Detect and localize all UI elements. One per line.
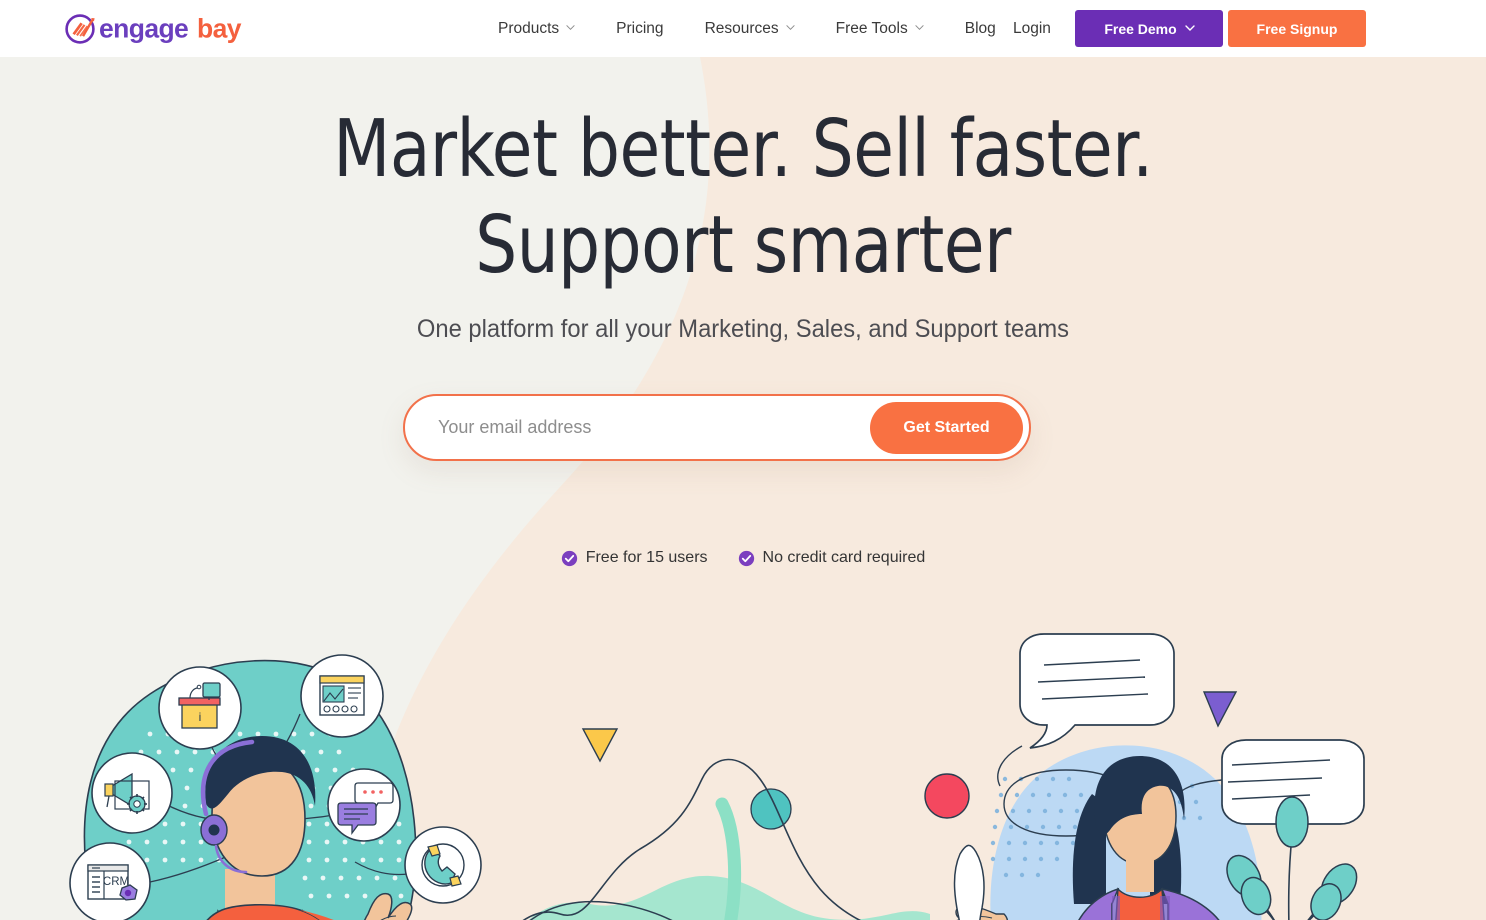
email-input[interactable] — [405, 396, 870, 459]
nav-label-pricing: Pricing — [616, 19, 664, 37]
free-demo-button[interactable]: Free Demo — [1075, 10, 1223, 47]
nav-label-products: Products — [498, 19, 560, 37]
right-illustration-woman — [924, 633, 1365, 920]
check-badge-icon — [738, 550, 755, 567]
gear-icon — [127, 794, 147, 814]
analytics-dashboard-icon — [319, 675, 365, 716]
chevron-down-icon — [786, 23, 795, 32]
engagebay-logo[interactable]: engage bay — [64, 13, 269, 45]
headline-line-2: Support smarter — [475, 199, 1011, 292]
email-signup-form: Get Started — [403, 394, 1031, 461]
bubble-crm: CRM — [69, 842, 151, 920]
nav-item-blog[interactable]: Blog — [965, 21, 996, 37]
free-demo-label: Free Demo — [1104, 20, 1177, 37]
nav-item-free-tools[interactable]: Free Tools — [836, 21, 924, 37]
chevron-down-icon — [566, 23, 575, 32]
badge-label-free-users: Free for 15 users — [585, 549, 708, 566]
site-header: engage bay Products Pricing Resources Fr… — [0, 0, 1486, 57]
engagebay-logo-icon: engage bay — [65, 14, 242, 44]
badge-free-users: Free for 15 users — [561, 549, 708, 567]
login-link[interactable]: Login — [1013, 0, 1051, 57]
trust-badges: Free for 15 users No credit card require… — [0, 549, 1486, 567]
nav-label-blog: Blog — [964, 19, 996, 37]
red-circle-icon — [924, 773, 970, 819]
chevron-down-icon — [1184, 23, 1195, 32]
get-started-button[interactable]: Get Started — [870, 401, 1023, 454]
bubble-telephony — [404, 826, 482, 904]
speech-bubble-large — [1019, 633, 1175, 749]
chevron-down-icon — [915, 23, 924, 32]
bubble-live-chat — [327, 768, 401, 842]
yellow-triangle-icon — [581, 728, 619, 763]
hero-section: i CRM Market better. Sell faster. Suppor… — [0, 57, 1486, 920]
nav-item-resources[interactable]: Resources — [705, 21, 795, 37]
nav-label-resources: Resources — [704, 19, 779, 37]
bubble-analytics — [300, 654, 384, 738]
vase-icon — [953, 844, 985, 920]
nav-item-products[interactable]: Products — [498, 21, 575, 37]
check-badge-icon — [561, 550, 578, 567]
logo-text-engage: engage — [99, 14, 188, 44]
nav-label-free-tools: Free Tools — [835, 19, 908, 37]
center-abstract-shapes — [522, 728, 930, 920]
logo-text-bay: bay — [197, 14, 242, 44]
landing-page: engage bay Products Pricing Resources Fr… — [0, 0, 1486, 920]
purple-triangle-icon — [1202, 691, 1238, 728]
main-navigation: Products Pricing Resources Free Tools Bl… — [498, 0, 996, 57]
teal-circle-icon — [750, 788, 792, 830]
badge-label-no-credit-card: No credit card required — [762, 549, 926, 566]
badge-no-credit-card: No credit card required — [738, 549, 926, 567]
bubble-helpdesk: i — [158, 666, 242, 750]
page-title: Market better. Sell faster. Support smar… — [52, 101, 1434, 294]
nav-item-pricing[interactable]: Pricing — [616, 21, 663, 37]
left-illustration-support-agent: i CRM — [69, 654, 482, 920]
bubble-marketing — [91, 752, 173, 834]
helpdesk-icon-label: i — [199, 710, 202, 724]
free-signup-button[interactable]: Free Signup — [1228, 10, 1366, 47]
headline-line-1: Market better. Sell faster. — [333, 103, 1153, 195]
hero-subtitle: One platform for all your Marketing, Sal… — [416, 315, 1070, 343]
